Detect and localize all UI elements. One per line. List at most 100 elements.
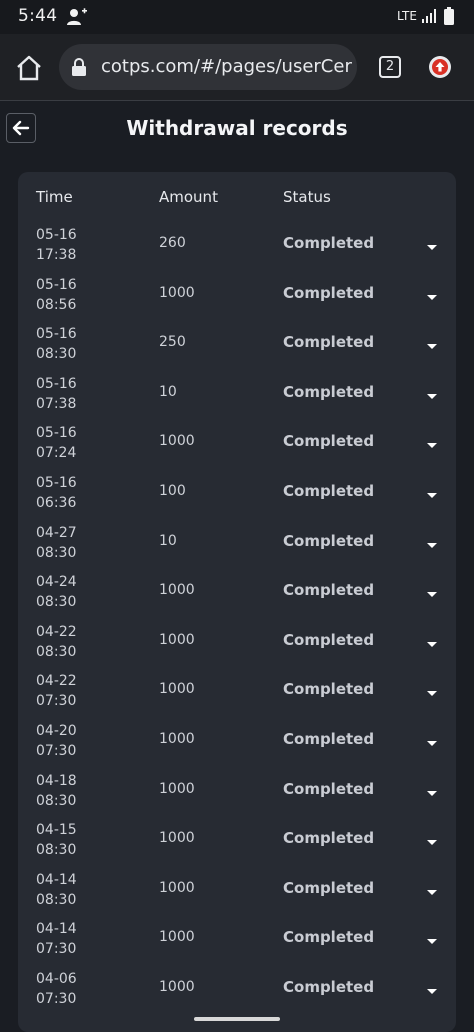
cell-time: 04-14 07:30 [36,919,77,959]
cell-status: Completed [283,730,375,748]
cell-clock: 08:30 [36,891,77,908]
cell-amount: 10 [159,383,177,400]
cell-time: 04-22 08:30 [36,622,77,662]
page-header: Withdrawal records [0,101,474,159]
cell-clock: 17:38 [36,247,77,263]
cell-amount: 1000 [159,879,195,896]
cell-time: 04-24 08:30 [36,572,77,612]
cell-date: 04-22 [36,623,77,640]
cell-clock: 07:38 [36,395,77,412]
table-header: Time Amount Status [18,172,456,222]
chevron-down-icon[interactable] [426,393,438,401]
cell-date: 05-16 [36,227,77,243]
chevron-down-icon[interactable] [426,740,438,748]
update-arrow-icon[interactable] [429,56,451,78]
gesture-navigation-bar[interactable] [194,1017,280,1021]
cell-status: Completed [283,630,375,649]
chevron-down-icon[interactable] [426,988,438,996]
cell-date: 05-16 [36,326,77,343]
table-row[interactable]: 04-24 08:30 1000 Completed [18,571,456,621]
table-row[interactable]: 04-14 07:30 1000 Completed [18,918,456,968]
cell-amount: 1000 [159,929,195,946]
column-header-status: Status [283,188,331,206]
cell-status: Completed [283,531,375,550]
table-row[interactable]: 04-22 07:30 1000 Completed [18,670,456,720]
cell-status: Completed [283,432,375,451]
cell-date: 05-16 [36,375,77,392]
url-text[interactable]: cotps.com/#/pages/userCer [101,56,352,77]
chevron-down-icon[interactable] [426,294,438,302]
cell-clock: 08:30 [36,594,77,611]
cell-date: 04-27 [36,524,77,541]
table-row[interactable]: 04-18 08:30 1000 Completed [18,770,456,820]
status-bar: 5:44 LTE [0,0,474,34]
cell-amount: 1000 [159,979,195,995]
cell-status: Completed [283,928,375,947]
table-row[interactable]: 04-15 08:30 1000 Completed [18,819,456,869]
cell-amount: 1000 [159,433,195,450]
cell-amount: 260 [159,235,186,251]
cell-amount: 1000 [159,830,195,847]
cell-time: 05-16 17:38 [36,225,77,265]
chevron-down-icon[interactable] [426,641,438,649]
cell-date: 04-24 [36,574,77,591]
column-header-amount: Amount [159,188,218,206]
cell-date: 05-16 [36,475,77,491]
cell-clock: 07:30 [36,941,77,958]
cell-time: 05-16 07:38 [36,374,77,414]
chevron-down-icon[interactable] [426,244,438,252]
table-row[interactable]: 04-06 07:30 1000 Completed [18,968,456,1018]
chevron-down-icon[interactable] [426,839,438,847]
cell-amount: 1000 [159,284,195,301]
cell-time: 04-22 07:30 [36,671,77,711]
cell-date: 04-06 [36,971,77,987]
table-row[interactable]: 05-16 06:36 100 Completed [18,472,456,522]
chevron-down-icon[interactable] [426,591,438,599]
home-icon[interactable] [15,54,43,82]
cell-clock: 07:24 [36,445,77,462]
table-row[interactable]: 04-22 08:30 1000 Completed [18,621,456,671]
table-row[interactable]: 05-16 07:38 10 Completed [18,373,456,423]
cell-status: Completed [283,283,375,302]
table-row[interactable]: 04-27 08:30 10 Completed [18,522,456,572]
cell-time: 05-16 07:24 [36,423,77,463]
table-row[interactable]: 05-16 08:56 1000 Completed [18,274,456,324]
battery-icon [444,7,454,25]
cell-status: Completed [283,333,375,352]
cell-time: 05-16 06:36 [36,473,77,513]
cell-date: 05-16 [36,425,77,442]
cell-status: Completed [283,581,375,600]
cell-date: 04-20 [36,723,77,739]
cell-clock: 08:30 [36,792,77,809]
cell-time: 04-20 07:30 [36,721,77,761]
column-header-time: Time [36,188,73,206]
chevron-down-icon[interactable] [426,790,438,798]
table-row[interactable]: 04-20 07:30 1000 Completed [18,720,456,770]
cell-amount: 1000 [159,582,195,599]
chevron-down-icon[interactable] [426,938,438,946]
cell-status: Completed [283,829,375,848]
chevron-down-icon[interactable] [426,343,438,351]
chevron-down-icon[interactable] [426,492,438,500]
cell-time: 04-18 08:30 [36,771,77,811]
table-row[interactable]: 05-16 07:24 1000 Completed [18,422,456,472]
cell-status: Completed [283,482,375,500]
page-title: Withdrawal records [126,116,348,140]
address-bar[interactable]: cotps.com/#/pages/userCer [59,44,357,90]
table-row[interactable]: 05-16 17:38 260 Completed [18,224,456,274]
network-type: LTE [397,9,417,23]
cell-time: 04-15 08:30 [36,820,77,860]
cell-time: 04-14 08:30 [36,870,77,910]
cell-status: Completed [283,978,375,996]
cell-amount: 1000 [159,731,195,747]
chevron-down-icon[interactable] [426,690,438,698]
cell-status: Completed [283,382,375,401]
table-row[interactable]: 05-16 08:30 250 Completed [18,323,456,373]
chevron-down-icon[interactable] [426,442,438,450]
cell-clock: 08:30 [36,842,77,859]
chevron-down-icon[interactable] [426,889,438,897]
tab-switcher-button[interactable]: 2 [379,56,401,78]
cell-clock: 07:30 [36,743,77,759]
table-row[interactable]: 04-14 08:30 1000 Completed [18,869,456,919]
chevron-down-icon[interactable] [426,542,438,550]
